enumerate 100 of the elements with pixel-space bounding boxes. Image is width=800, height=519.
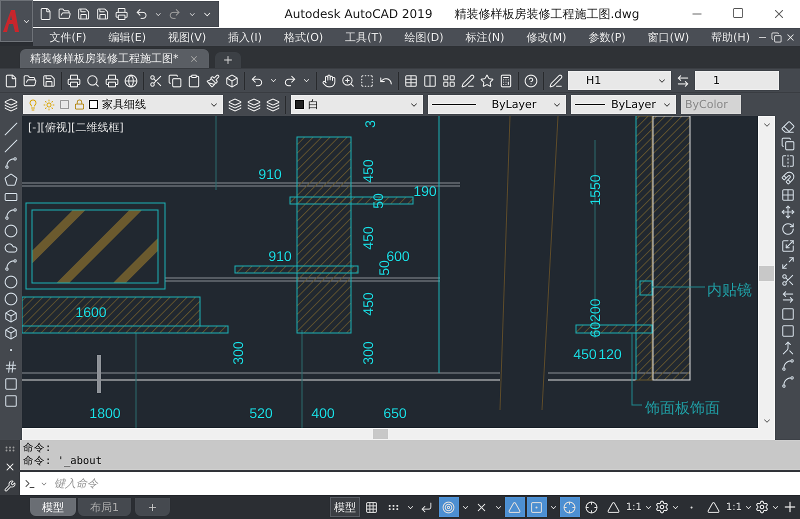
move-icon[interactable] (780, 205, 794, 219)
array-icon[interactable] (780, 188, 794, 202)
annotation-scale[interactable]: 1:1 (726, 502, 742, 512)
markup-icon[interactable] (480, 74, 494, 88)
status-toggle[interactable] (504, 497, 525, 517)
open-folder-icon[interactable] (23, 74, 37, 88)
layer-properties-icon[interactable] (4, 98, 18, 112)
save-as-icon[interactable] (96, 7, 110, 21)
copy-icon[interactable] (168, 74, 182, 88)
wrench-icon[interactable] (4, 480, 16, 492)
layer-previous-icon[interactable] (247, 98, 261, 112)
make-current-icon[interactable] (228, 98, 242, 112)
horizontal-scrollbar[interactable] (22, 428, 758, 440)
insert-block-icon[interactable] (4, 309, 18, 323)
menu-item[interactable]: 格式(O) (276, 30, 330, 44)
layer-dropdown[interactable]: 家具细线 (23, 95, 223, 114)
save-icon[interactable] (42, 74, 56, 88)
undo-icon[interactable] (250, 74, 264, 88)
hatch-icon[interactable] (4, 360, 18, 374)
redo-icon[interactable] (283, 74, 297, 88)
cut-icon[interactable] (149, 74, 163, 88)
text-style-icon[interactable] (549, 74, 563, 88)
menu-item[interactable]: 插入(I) (221, 30, 269, 44)
open-folder-icon[interactable] (58, 7, 71, 21)
spline-icon[interactable] (4, 258, 18, 272)
print-icon[interactable] (115, 7, 129, 21)
caret-icon[interactable] (269, 76, 278, 85)
block-icon[interactable] (225, 74, 239, 88)
close-icon[interactable] (772, 7, 786, 21)
new-tab-button[interactable] (214, 52, 240, 68)
status-toggle[interactable] (560, 497, 580, 517)
properties-icon[interactable] (404, 74, 418, 88)
new-layout-button[interactable] (135, 498, 170, 516)
help-icon[interactable] (524, 74, 538, 88)
rectangle-icon[interactable] (4, 190, 18, 204)
caret-icon[interactable] (302, 76, 311, 85)
vertical-scrollbar[interactable] (758, 116, 775, 440)
zoom-icon[interactable] (341, 74, 355, 88)
viewport-label[interactable]: [-][俯视][二维线框] (28, 120, 124, 135)
dimension-scale-field[interactable]: 1 (695, 71, 779, 90)
design-center-icon[interactable] (423, 74, 437, 88)
customize-icon[interactable] (782, 499, 798, 515)
menu-item[interactable]: 视图(V) (161, 30, 214, 44)
menu-item[interactable]: 绘图(D) (398, 30, 451, 44)
lineweight-dropdown[interactable]: ByLayer (571, 95, 676, 114)
paste-icon[interactable] (187, 74, 201, 88)
new-file-icon[interactable] (38, 7, 52, 21)
circle-icon[interactable] (4, 224, 18, 238)
sheet-set-icon[interactable] (461, 74, 475, 88)
scissors-icon[interactable] (780, 273, 794, 287)
tool-palette-icon[interactable] (442, 74, 456, 88)
dimension-style-icon[interactable] (676, 74, 690, 88)
cloud-icon[interactable] (4, 241, 18, 255)
model-space-button[interactable]: 模型 (330, 497, 360, 517)
layout-tab[interactable]: 模型 (30, 498, 76, 516)
status-toggle[interactable] (526, 497, 547, 517)
menu-item[interactable]: 标注(N) (458, 30, 512, 44)
mirror-icon[interactable] (780, 154, 794, 168)
status-toggle[interactable] (438, 497, 459, 517)
calculator-icon[interactable] (499, 74, 513, 88)
stretch-icon[interactable] (780, 256, 794, 270)
close-icon[interactable] (4, 461, 16, 474)
restore-icon[interactable] (771, 32, 782, 42)
zoom-window-icon[interactable] (360, 74, 374, 88)
color-dropdown[interactable]: 白 (291, 95, 423, 114)
arc-icon[interactable] (4, 207, 18, 221)
menu-item[interactable]: 文件(F) (42, 30, 94, 44)
save-icon[interactable] (77, 7, 90, 21)
eraser-icon[interactable] (780, 120, 794, 134)
globe-icon[interactable] (124, 74, 138, 88)
menu-item[interactable]: 工具(T) (338, 30, 390, 44)
scrollbar-thumb[interactable] (373, 429, 388, 439)
scrollbar-thumb[interactable] (759, 266, 774, 280)
print-icon[interactable] (67, 74, 81, 88)
undo-icon[interactable] (134, 7, 148, 21)
layout-tab[interactable]: 布局1 (78, 498, 131, 516)
scale-icon[interactable] (780, 239, 794, 253)
linetype-dropdown[interactable]: ByLayer (428, 95, 566, 114)
settings-icon[interactable] (755, 500, 769, 514)
close-icon[interactable] (785, 32, 796, 42)
polyline-icon[interactable] (4, 156, 18, 170)
annotation-scale[interactable]: 1:1 (626, 502, 642, 512)
new-file-icon[interactable] (4, 74, 18, 88)
publish-icon[interactable] (105, 74, 119, 88)
menu-item[interactable]: 帮助(H) (704, 30, 757, 44)
command-input[interactable]: 键入命令 (52, 476, 796, 490)
menu-item[interactable]: 修改(M) (519, 30, 574, 44)
line-icon[interactable] (4, 122, 18, 136)
extend-icon[interactable] (780, 290, 794, 304)
menu-item[interactable]: 窗口(W) (640, 30, 696, 44)
settings-icon[interactable] (654, 500, 669, 514)
plot-preview-icon[interactable] (86, 74, 100, 88)
join-icon[interactable] (780, 341, 794, 355)
text-style-dropdown[interactable]: H1 (568, 71, 671, 90)
construction-line-icon[interactable] (4, 139, 18, 153)
make-block-icon[interactable] (4, 326, 18, 340)
command-field[interactable]: 键入命令 (20, 472, 800, 495)
layer-state-icon[interactable] (266, 98, 280, 112)
pan-icon[interactable] (322, 74, 336, 88)
maximize-icon[interactable] (732, 7, 744, 19)
